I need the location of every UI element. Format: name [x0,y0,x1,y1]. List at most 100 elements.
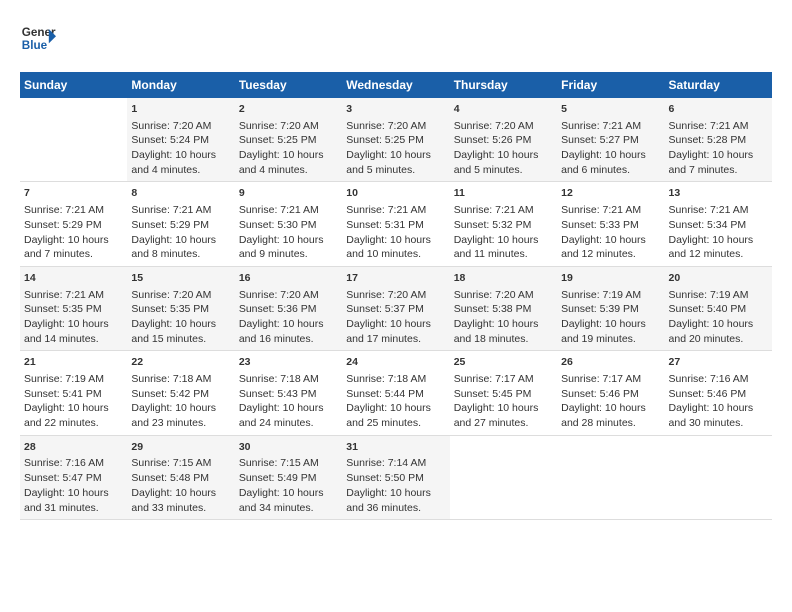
calendar-cell [450,435,557,519]
cell-content: Sunrise: 7:21 AM [346,203,445,218]
calendar-cell: 20Sunrise: 7:19 AMSunset: 5:40 PMDayligh… [665,266,772,350]
cell-content: Sunrise: 7:18 AM [131,372,230,387]
day-number: 8 [131,186,230,201]
day-number: 4 [454,102,553,117]
cell-content: and 24 minutes. [239,416,338,431]
cell-content: Daylight: 10 hours [131,148,230,163]
calendar-cell: 15Sunrise: 7:20 AMSunset: 5:35 PMDayligh… [127,266,234,350]
day-number: 31 [346,440,445,455]
logo: General Blue [20,20,56,56]
cell-content: Sunrise: 7:19 AM [669,288,768,303]
cell-content: Sunrise: 7:21 AM [669,203,768,218]
day-number: 9 [239,186,338,201]
cell-content: Sunrise: 7:19 AM [561,288,660,303]
day-number: 10 [346,186,445,201]
cell-content: and 5 minutes. [454,163,553,178]
day-number: 1 [131,102,230,117]
cell-content: Sunrise: 7:16 AM [24,456,123,471]
cell-content: Sunrise: 7:21 AM [239,203,338,218]
cell-content: Sunset: 5:38 PM [454,302,553,317]
calendar-cell: 18Sunrise: 7:20 AMSunset: 5:38 PMDayligh… [450,266,557,350]
cell-content: Sunset: 5:25 PM [239,133,338,148]
day-number: 2 [239,102,338,117]
cell-content: Sunset: 5:35 PM [24,302,123,317]
calendar-week-row: 1Sunrise: 7:20 AMSunset: 5:24 PMDaylight… [20,98,772,182]
cell-content: Sunset: 5:26 PM [454,133,553,148]
cell-content: Daylight: 10 hours [561,317,660,332]
day-number: 19 [561,271,660,286]
cell-content: and 12 minutes. [561,247,660,262]
logo-icon: General Blue [20,20,56,56]
day-number: 18 [454,271,553,286]
cell-content: and 31 minutes. [24,501,123,516]
cell-content: Sunset: 5:34 PM [669,218,768,233]
day-number: 6 [669,102,768,117]
cell-content: and 19 minutes. [561,332,660,347]
day-number: 11 [454,186,553,201]
cell-content: Daylight: 10 hours [24,233,123,248]
day-number: 16 [239,271,338,286]
calendar-cell: 17Sunrise: 7:20 AMSunset: 5:37 PMDayligh… [342,266,449,350]
cell-content: Sunrise: 7:21 AM [561,203,660,218]
cell-content: and 14 minutes. [24,332,123,347]
calendar-cell: 14Sunrise: 7:21 AMSunset: 5:35 PMDayligh… [20,266,127,350]
calendar-cell: 8Sunrise: 7:21 AMSunset: 5:29 PMDaylight… [127,182,234,266]
day-number: 12 [561,186,660,201]
cell-content: Sunset: 5:33 PM [561,218,660,233]
cell-content: Sunrise: 7:18 AM [346,372,445,387]
cell-content: Daylight: 10 hours [454,148,553,163]
header-cell-tuesday: Tuesday [235,72,342,98]
cell-content: Sunrise: 7:21 AM [561,119,660,134]
day-number: 5 [561,102,660,117]
calendar-cell: 27Sunrise: 7:16 AMSunset: 5:46 PMDayligh… [665,351,772,435]
calendar-cell [557,435,664,519]
header-cell-wednesday: Wednesday [342,72,449,98]
day-number: 20 [669,271,768,286]
cell-content: Sunset: 5:41 PM [24,387,123,402]
calendar-body: 1Sunrise: 7:20 AMSunset: 5:24 PMDaylight… [20,98,772,520]
cell-content: Daylight: 10 hours [669,233,768,248]
day-number: 26 [561,355,660,370]
cell-content: Daylight: 10 hours [239,233,338,248]
cell-content: Daylight: 10 hours [24,317,123,332]
cell-content: and 34 minutes. [239,501,338,516]
header-cell-saturday: Saturday [665,72,772,98]
cell-content: Sunset: 5:36 PM [239,302,338,317]
calendar-cell: 4Sunrise: 7:20 AMSunset: 5:26 PMDaylight… [450,98,557,182]
cell-content: Sunrise: 7:20 AM [346,119,445,134]
cell-content: Daylight: 10 hours [346,317,445,332]
cell-content: Sunrise: 7:21 AM [669,119,768,134]
cell-content: Sunset: 5:28 PM [669,133,768,148]
cell-content: Sunset: 5:50 PM [346,471,445,486]
calendar-cell: 12Sunrise: 7:21 AMSunset: 5:33 PMDayligh… [557,182,664,266]
cell-content: and 15 minutes. [131,332,230,347]
cell-content: and 23 minutes. [131,416,230,431]
cell-content: Sunrise: 7:16 AM [669,372,768,387]
calendar-week-row: 28Sunrise: 7:16 AMSunset: 5:47 PMDayligh… [20,435,772,519]
cell-content: Daylight: 10 hours [346,148,445,163]
cell-content: and 12 minutes. [669,247,768,262]
cell-content: Daylight: 10 hours [346,401,445,416]
cell-content: Daylight: 10 hours [454,317,553,332]
calendar-cell: 31Sunrise: 7:14 AMSunset: 5:50 PMDayligh… [342,435,449,519]
cell-content: Daylight: 10 hours [454,401,553,416]
cell-content: Sunset: 5:48 PM [131,471,230,486]
cell-content: and 5 minutes. [346,163,445,178]
cell-content: Sunrise: 7:15 AM [131,456,230,471]
cell-content: and 22 minutes. [24,416,123,431]
page-header: General Blue [20,20,772,56]
day-number: 24 [346,355,445,370]
calendar-cell: 16Sunrise: 7:20 AMSunset: 5:36 PMDayligh… [235,266,342,350]
cell-content: Sunset: 5:31 PM [346,218,445,233]
cell-content: and 10 minutes. [346,247,445,262]
calendar-cell: 6Sunrise: 7:21 AMSunset: 5:28 PMDaylight… [665,98,772,182]
cell-content: Daylight: 10 hours [561,148,660,163]
calendar-cell: 10Sunrise: 7:21 AMSunset: 5:31 PMDayligh… [342,182,449,266]
cell-content: Sunset: 5:37 PM [346,302,445,317]
cell-content: and 9 minutes. [239,247,338,262]
calendar-header-row: SundayMondayTuesdayWednesdayThursdayFrid… [20,72,772,98]
day-number: 25 [454,355,553,370]
cell-content: Sunset: 5:44 PM [346,387,445,402]
cell-content: Daylight: 10 hours [131,401,230,416]
cell-content: and 27 minutes. [454,416,553,431]
